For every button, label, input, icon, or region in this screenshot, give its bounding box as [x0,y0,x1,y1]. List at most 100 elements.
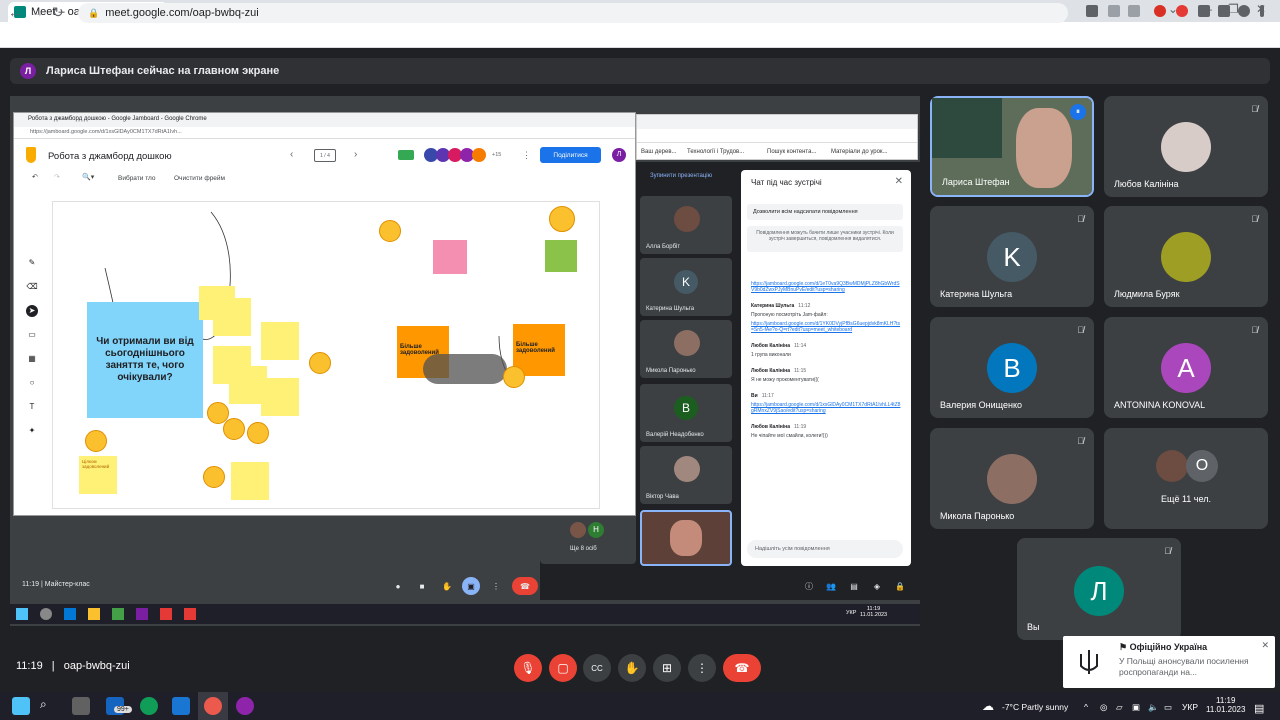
participant-name: Валерия Онищенко [940,400,1022,410]
mic-off-icon: 🎙̸ [1077,325,1084,335]
more-vert-icon: ⋮ [696,661,708,675]
participant-tile-liubov[interactable]: 🎙̸ Любов Калініна [1104,96,1268,197]
edge-icon[interactable] [140,697,158,715]
participant-tile-larysa[interactable]: ⏸ Лариса Штефан [930,96,1094,197]
participant-avatar: O [1186,450,1218,482]
chevron-up-icon[interactable]: ^ [1084,702,1088,712]
share-page-icon[interactable] [1108,5,1120,17]
volume-icon[interactable]: 🔈 [1148,702,1159,713]
search-icon[interactable]: ⌕ [40,697,58,715]
participant-face [1016,108,1072,188]
frame-counter: 1 / 4 [314,149,336,162]
mic-off-icon: 🎙̸ [1251,325,1258,335]
tray-app-icon[interactable]: ◎ [1100,702,1107,713]
notification-title: ⚑ Офіційно Україна [1119,642,1208,652]
end-call-button[interactable]: ☎ [723,654,761,682]
hand-icon: ✋ [624,661,640,675]
participant-name: Любов Калініна [1114,179,1179,189]
adblock-extension-icon[interactable] [1176,5,1188,17]
chat-text: Не чіпайте мої смайли, колеги!))) [751,433,828,439]
remote-app-icon [184,608,196,620]
sticky-note [213,298,251,336]
network-icon[interactable]: ▣ [1132,702,1140,713]
present-screen-icon: ⊞ [661,661,673,675]
participant-tile-mykola[interactable]: 🎙̸ Микола Паронько [930,428,1094,529]
sticky-note [545,240,577,272]
system-notification[interactable]: ⚑ Офіційно Україна У Польщі анонсували п… [1063,636,1275,688]
mic-off-button[interactable]: 🎙 [514,654,542,682]
participant-tile-liudmyla[interactable]: 🎙̸ Людмила Буряк [1104,206,1268,307]
weather-icon[interactable]: ☁ [982,699,994,713]
chat-message: https://jamboard.google.com/d/1eT0va9Q3B… [751,281,901,293]
clock[interactable]: 11:19 11.01.2023 [1206,696,1245,714]
chat-link: https://jamboard.google.com/d/1YK0DVyjPf… [751,321,901,333]
bookmark-item: Матеріали до урок... [831,149,888,155]
sticky-note [231,462,269,500]
participant-tile-kateryna[interactable]: 🎙̸ K Катерина Шульга [930,206,1094,307]
chat-message: Ви 11:17 https://jamboard.google.com/d/1x… [751,393,901,414]
clock-date: 11.01.2023 [1206,705,1246,714]
chat-permission-toggle: Дозволити всім надсилати повідомлення [747,204,903,220]
participant-photo [1161,122,1211,172]
captions-button[interactable]: CC [583,654,611,682]
video-background [932,98,1002,158]
back-icon[interactable]: ← [8,4,22,20]
participant-tile-antonina[interactable]: 🎙̸ A ANTONINA KONOVAL [1104,317,1268,418]
remote-browser-window: Ваш дерев... Технології і Трудов... Пошу… [636,114,918,160]
more-options-button[interactable]: ⋮ [688,654,716,682]
remote-lock-icon: 🔒 [895,581,905,591]
present-button[interactable]: ⊞ [653,654,681,682]
camera-off-button[interactable]: ▢ [549,654,577,682]
remote-browser-toolbar [637,129,917,143]
remote-meeting-info: 11:19 | Майстер-клас [22,581,90,588]
viber-icon[interactable] [236,697,254,715]
opera-extension-icon[interactable] [1154,5,1166,17]
weather-text[interactable]: -7°C Partly sunny [1002,702,1068,712]
bookmark-item: Ваш дерев... [641,149,677,155]
sticky-note [261,378,299,416]
bookmark-star-icon[interactable] [1128,5,1140,17]
remote-tile-name: Катерина Шульга [646,306,695,312]
chat-text: 1 група виконали [751,352,791,358]
smiley-emoji-icon [247,422,269,444]
task-view-icon[interactable] [72,697,90,715]
sticky-note: Цілком задоволений [79,456,117,494]
remote-app-icon [64,608,76,620]
side-panel-icon[interactable] [1218,5,1230,17]
profile-icon[interactable] [1238,5,1250,17]
remote-chat-icon: ▤ [850,581,858,591]
presenter-banner-text: Лариса Штефан сейчас на главном экране [46,65,280,77]
participant-tile-self[interactable]: 🎙̸ Л Вы [1017,538,1181,640]
mic-off-icon: 🎙̸ [1077,436,1084,446]
pen-tool-icon: ✎ [28,258,36,267]
close-icon[interactable]: ✕ [1261,640,1269,651]
battery-icon[interactable]: ▭ [1164,702,1172,713]
remote-info-icon: ⓘ [805,581,813,591]
store-icon[interactable] [172,697,190,715]
close-icon: ✕ [894,176,903,187]
participant-avatar: B [674,396,698,420]
wifi-icon[interactable]: ▱ [1116,702,1123,713]
forward-icon[interactable]: → [30,4,44,20]
remote-search-icon [40,608,52,620]
reload-icon[interactable]: ↻ [52,4,64,21]
share-button: Поділитися [540,147,601,163]
redo-icon: ↷ [54,174,60,181]
meeting-info: 11:19 | oap-bwbq-zui [16,660,130,672]
extensions-icon[interactable] [1198,5,1210,17]
participant-tile-valeriia[interactable]: 🎙̸ B Валерия Онищенко [930,317,1094,418]
camera-in-use-icon[interactable] [1086,5,1098,17]
menu-dots-icon[interactable] [1260,5,1264,17]
language-indicator[interactable]: УКР [1182,702,1198,712]
chat-author: Катерина Шульга 11:12 [751,303,811,309]
smiley-emoji-icon [203,466,225,488]
address-bar[interactable]: 🔒 meet.google.com/oap-bwbq-zui [78,3,1068,23]
meeting-code[interactable]: oap-bwbq-zui [64,660,130,672]
raise-hand-button[interactable]: ✋ [618,654,646,682]
participant-tile-more[interactable]: O Ещё 11 чел. [1104,428,1268,529]
sticky-note [433,240,467,274]
notifications-icon[interactable]: ▤ [1254,702,1264,715]
chat-note: Повідомлення можуть бачити лише учасники… [747,226,903,252]
bookmark-item: Пошук контента... [767,149,817,155]
windows-start-icon[interactable] [12,697,30,715]
